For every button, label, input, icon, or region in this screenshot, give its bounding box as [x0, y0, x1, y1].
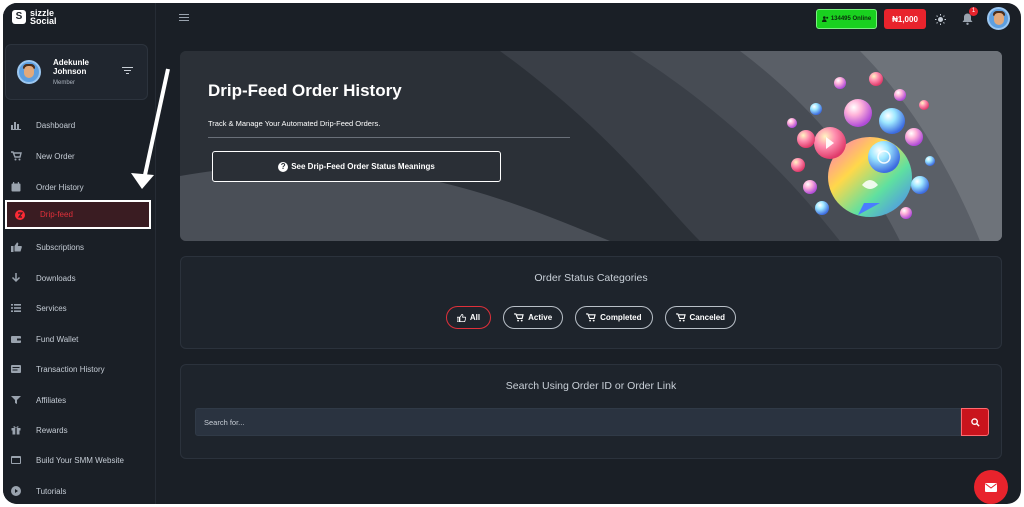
sidebar-item-label: Subscriptions [36, 242, 85, 252]
section-title: Order Status Categories [534, 272, 648, 284]
status-categories-card: Order Status Categories All Active Compl… [180, 256, 1002, 349]
filter-active-button[interactable]: Active [503, 306, 564, 329]
thumbs-up-icon [456, 313, 466, 322]
divider [208, 137, 570, 138]
sidebar-item-dashboard[interactable]: Dashboard [11, 116, 75, 134]
sidebar-item-fund-wallet[interactable]: Fund Wallet [11, 330, 78, 348]
sidebar-item-tutorials[interactable]: Tutorials [11, 482, 66, 500]
user-role: Member [53, 80, 76, 86]
list-icon [11, 303, 21, 313]
topbar: 134495 Online ₦1,000 1 [156, 3, 1021, 36]
brand-logo[interactable]: S sizzle Social [12, 9, 70, 26]
sidebar-item-rewards[interactable]: Rewards [11, 421, 68, 439]
user-card: Adekunle Johnson Member [5, 44, 148, 100]
search-button[interactable] [961, 408, 989, 436]
sidebar-item-label: Services [36, 303, 67, 313]
sidebar-item-label: Order History [36, 182, 84, 192]
sun-icon[interactable] [935, 14, 946, 25]
sidebar-item-downloads[interactable]: Downloads [11, 269, 76, 287]
cart-icon [586, 313, 596, 322]
filter-icon[interactable] [122, 67, 133, 75]
sidebar-item-label: Tutorials [36, 486, 67, 496]
sidebar-item-label: Drip-feed [40, 210, 73, 219]
play-icon [11, 486, 21, 496]
sidebar-item-label: Fund Wallet [36, 334, 79, 344]
history-icon [11, 364, 21, 374]
hero-banner: Drip-Feed Order History Track & Manage Y… [180, 51, 1002, 241]
calendar-icon [11, 182, 21, 192]
wallet-balance-button[interactable]: ₦1,000 [884, 9, 926, 29]
app-frame: S sizzle Social Adekunle Johnson Member … [3, 3, 1021, 504]
filter-all-button[interactable]: All [445, 306, 492, 329]
avatar[interactable] [17, 60, 41, 84]
sidebar-item-transaction-history[interactable]: Transaction History [11, 360, 105, 378]
sidebar-item-label: Build Your SMM Website [36, 455, 124, 465]
sidebar-item-label: Dashboard [36, 120, 76, 130]
online-count: 134495 Online [830, 16, 872, 22]
brand-name-line2: Social [30, 16, 57, 26]
thumbs-up-icon [11, 242, 22, 252]
mail-icon [985, 482, 997, 492]
filter-completed-button[interactable]: Completed [575, 306, 653, 329]
social-bubbles-illustration [787, 72, 935, 219]
search-bar [195, 408, 989, 436]
sidebar-item-drip-feed[interactable]: Drip-feed [5, 200, 151, 229]
search-card: Search Using Order ID or Order Link [180, 364, 1002, 459]
sidebar-item-new-order[interactable]: New Order [11, 147, 75, 165]
status-meanings-button[interactable]: ? See Drip-Feed Order Status Meanings [212, 151, 501, 182]
chat-button[interactable] [974, 470, 1008, 504]
sidebar: S sizzle Social Adekunle Johnson Member … [3, 3, 156, 504]
chart-icon [11, 120, 21, 130]
menu-icon[interactable] [179, 14, 189, 23]
wallet-icon [11, 334, 21, 344]
search-input[interactable] [195, 408, 961, 436]
website-icon [11, 455, 21, 465]
user-name: Adekunle Johnson [53, 58, 90, 76]
sidebar-item-services[interactable]: Services [11, 299, 67, 317]
filter-label: All [469, 313, 481, 322]
status-filter-group: All Active Completed Canceled [181, 306, 1001, 329]
sidebar-item-order-history[interactable]: Order History [11, 178, 84, 196]
cart-icon [11, 151, 22, 161]
affiliate-icon [11, 395, 21, 405]
brand-name: sizzle Social [30, 9, 70, 26]
logo-icon: S [12, 10, 26, 24]
sidebar-item-label: Transaction History [36, 364, 105, 374]
section-title: Search Using Order ID or Order Link [505, 380, 677, 392]
online-users-button[interactable]: 134495 Online [816, 9, 877, 29]
users-icon [821, 16, 829, 22]
page-title: Drip-Feed Order History [208, 81, 402, 100]
sidebar-item-label: Affiliates [36, 395, 67, 405]
notification-badge: 1 [969, 7, 978, 16]
download-icon [11, 273, 21, 283]
filter-label: Active [528, 313, 553, 322]
cart-icon [675, 313, 686, 322]
sidebar-item-label: New Order [36, 151, 75, 161]
status-meanings-label: See Drip-Feed Order Status Meanings [291, 162, 435, 171]
filter-canceled-button[interactable]: Canceled [664, 306, 737, 329]
gift-icon [11, 425, 21, 435]
sidebar-item-subscriptions[interactable]: Subscriptions [11, 238, 84, 256]
filter-label: Canceled [689, 313, 726, 322]
sidebar-item-build-website[interactable]: Build Your SMM Website [11, 451, 124, 469]
avatar[interactable] [987, 7, 1010, 30]
search-icon [970, 417, 980, 427]
drip-icon [15, 209, 25, 220]
filter-label: Completed [600, 313, 642, 322]
sidebar-item-label: Rewards [36, 425, 68, 435]
cart-icon [514, 313, 524, 322]
page-subtitle: Track & Manage Your Automated Drip-Feed … [208, 119, 381, 128]
sidebar-item-affiliates[interactable]: Affiliates [11, 391, 66, 409]
question-icon: ? [278, 161, 289, 172]
sidebar-item-label: Downloads [36, 273, 76, 283]
